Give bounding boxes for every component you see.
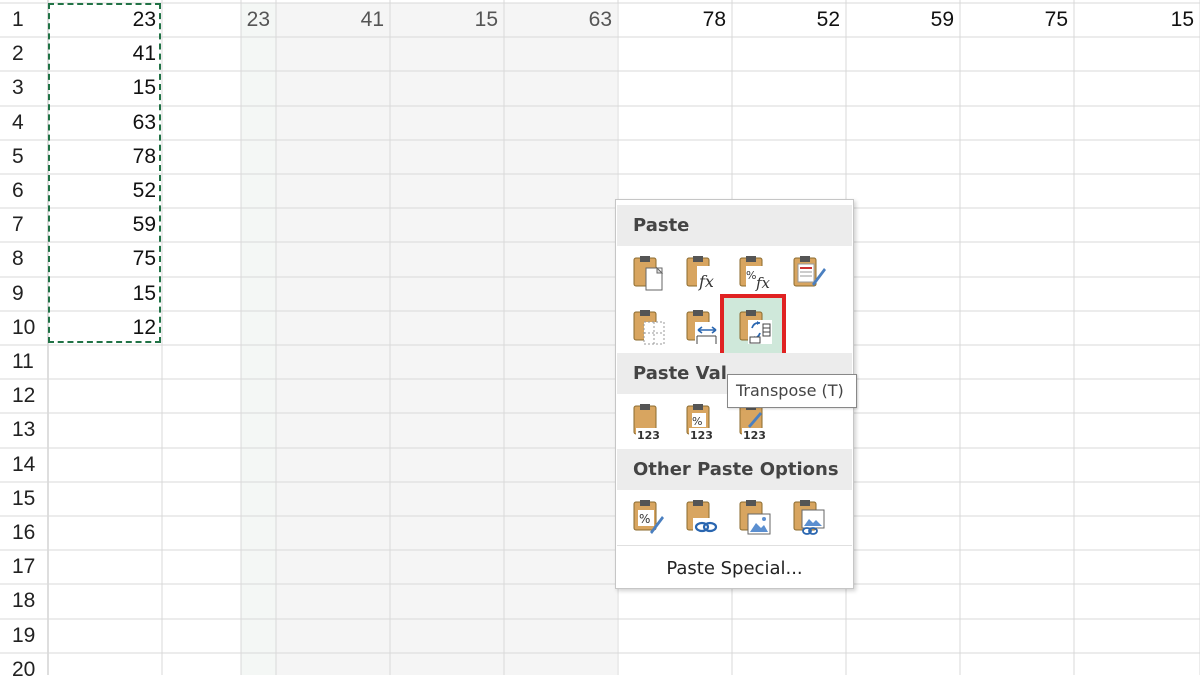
cell-row-1[interactable]: 75 <box>960 3 1074 37</box>
cell-column-a[interactable]: 63 <box>48 106 162 140</box>
transpose-highlight-box <box>720 294 786 358</box>
row-header[interactable]: 16 <box>0 516 48 550</box>
svg-text:fx: fx <box>698 272 714 291</box>
gridlines <box>0 0 1200 675</box>
row-header[interactable]: 1 <box>0 3 48 37</box>
svg-text:%: % <box>692 415 702 428</box>
row-header[interactable]: 7 <box>0 208 48 242</box>
cell-row-1[interactable]: 78 <box>618 3 732 37</box>
transpose-tooltip: Transpose (T) <box>727 374 857 408</box>
other-paste-options-header: Other Paste Options <box>617 449 852 490</box>
row-header[interactable]: 6 <box>0 174 48 208</box>
cell-row-1[interactable]: 15 <box>1074 3 1200 37</box>
svg-text:%: % <box>639 512 650 526</box>
paste-section-header: Paste <box>617 205 852 246</box>
values-source-formatting-icon[interactable]: 123 <box>736 402 776 442</box>
cell-row-1[interactable]: 63 <box>504 3 618 37</box>
paste-values-icon[interactable]: 123 <box>630 402 670 442</box>
row-header[interactable]: 4 <box>0 106 48 140</box>
cell-row-1[interactable]: 59 <box>846 3 960 37</box>
picture-icon[interactable] <box>736 498 776 538</box>
row-header[interactable]: 2 <box>0 37 48 71</box>
paste-special-item[interactable]: Paste Special... <box>617 552 852 586</box>
cell-column-a[interactable]: 59 <box>48 208 162 242</box>
keep-column-widths-icon[interactable] <box>683 308 723 348</box>
row-header[interactable]: 20 <box>0 653 48 687</box>
row-header[interactable]: 17 <box>0 550 48 584</box>
svg-text:fx: fx <box>755 274 771 292</box>
row-header[interactable]: 19 <box>0 619 48 653</box>
svg-text:123: 123 <box>690 429 713 442</box>
cell-column-a[interactable]: 75 <box>48 242 162 276</box>
paste-formulas-icon[interactable]: fx <box>683 254 723 294</box>
row-header[interactable]: 3 <box>0 71 48 105</box>
formatting-icon[interactable]: % <box>630 498 670 538</box>
svg-text:123: 123 <box>743 429 766 442</box>
cell-row-1[interactable]: 15 <box>390 3 504 37</box>
cell-column-a[interactable]: 41 <box>48 37 162 71</box>
row-header[interactable]: 14 <box>0 448 48 482</box>
row-headers: 1 2 3 4 5 6 7 8 9 10 11 12 13 14 15 16 17 18 19 20 <box>0 0 48 681</box>
paste-formulas-number-format-icon[interactable]: % fx <box>736 254 776 294</box>
svg-text:123: 123 <box>637 429 660 442</box>
spreadsheet-grid[interactable]: 1 2 3 4 5 6 7 8 9 10 11 12 13 14 15 16 17 18 19 20 23 41 15 63… <box>0 0 1200 681</box>
row-header[interactable]: 13 <box>0 413 48 447</box>
cell-row-1[interactable]: 41 <box>276 3 390 37</box>
keep-source-formatting-icon[interactable] <box>790 254 830 294</box>
cell-column-a[interactable]: 12 <box>48 311 162 345</box>
cell-row-1[interactable]: 23 <box>241 3 276 37</box>
row-header[interactable]: 5 <box>0 140 48 174</box>
cell-column-a[interactable]: 15 <box>48 277 162 311</box>
values-number-format-icon[interactable]: % 123 <box>683 402 723 442</box>
cell-column-a[interactable]: 78 <box>48 140 162 174</box>
cell-column-a[interactable]: 52 <box>48 174 162 208</box>
cell-column-a[interactable]: 23 <box>48 3 162 37</box>
row-header[interactable]: 11 <box>0 345 48 379</box>
cell-row-1[interactable]: 52 <box>732 3 846 37</box>
paste-link-icon[interactable] <box>683 498 723 538</box>
row-header[interactable]: 8 <box>0 242 48 276</box>
paste-icon[interactable] <box>630 254 670 294</box>
no-borders-icon[interactable] <box>630 308 670 348</box>
row-header[interactable]: 15 <box>0 482 48 516</box>
row-header[interactable]: 9 <box>0 277 48 311</box>
row-header[interactable]: 12 <box>0 379 48 413</box>
linked-picture-icon[interactable] <box>790 498 830 538</box>
cell-column-a[interactable]: 15 <box>48 71 162 105</box>
menu-divider <box>617 545 852 546</box>
row-header[interactable]: 10 <box>0 311 48 345</box>
svg-text:%: % <box>746 269 756 282</box>
row-header[interactable]: 18 <box>0 584 48 618</box>
